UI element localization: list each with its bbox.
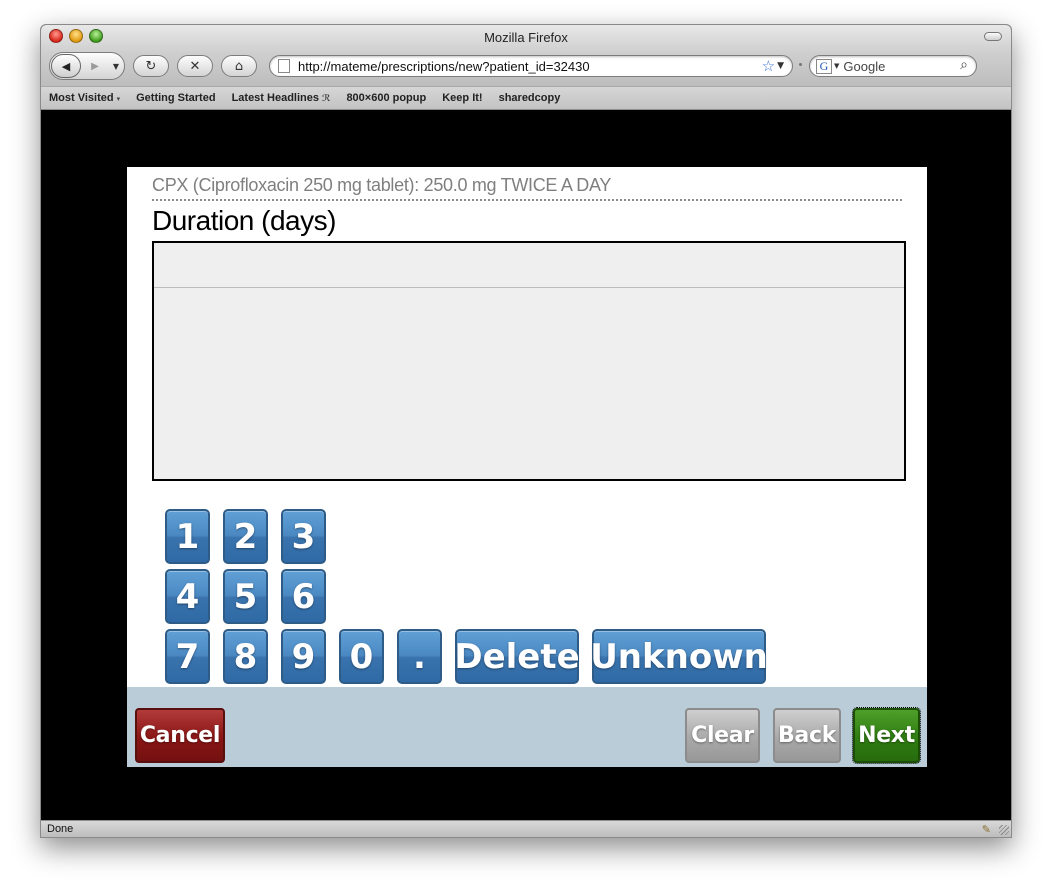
key-decimal[interactable]: . <box>397 629 442 684</box>
page-icon <box>278 59 290 73</box>
bookmarks-toolbar: Most Visited ▾ Getting Started Latest Hea… <box>41 86 1011 110</box>
bookmark-sharedcopy[interactable]: sharedcopy <box>499 92 561 104</box>
key-2[interactable]: 2 <box>223 509 268 564</box>
key-9[interactable]: 9 <box>281 629 326 684</box>
bookmark-latest-headlines[interactable]: Latest Headlines ℛ <box>232 92 331 104</box>
url-text[interactable]: http://mateme/prescriptions/new?patient_… <box>298 59 762 74</box>
question-label: Duration (days) <box>152 205 336 236</box>
search-bar[interactable]: G ▼ ⌕ <box>809 55 977 77</box>
status-bar: Done ✎ <box>41 820 1011 837</box>
back-forward-group: ◀ ▶ ▼ <box>49 52 125 80</box>
prescription-summary: CPX (Ciprofloxacin 250 mg tablet): 250.0… <box>152 175 902 201</box>
prescription-form-panel: CPX (Ciprofloxacin 250 mg tablet): 250.0… <box>127 167 927 767</box>
duration-input[interactable] <box>154 243 904 288</box>
reload-icon[interactable]: ↻ <box>133 55 169 77</box>
key-1[interactable]: 1 <box>165 509 210 564</box>
engine-dropdown-icon[interactable]: ▼ <box>834 62 839 70</box>
stop-icon[interactable]: ✕ <box>177 55 213 77</box>
home-icon[interactable]: ⌂ <box>221 55 257 77</box>
search-separator <box>799 63 802 66</box>
url-bar[interactable]: http://mateme/prescriptions/new?patient_… <box>269 55 793 77</box>
back-arrow-icon[interactable]: ◀ <box>51 54 81 78</box>
google-engine-icon[interactable]: G <box>816 58 832 74</box>
bookmark-most-visited[interactable]: Most Visited ▾ <box>49 92 120 104</box>
key-3[interactable]: 3 <box>281 509 326 564</box>
chevron-down-icon: ▾ <box>116 95 121 103</box>
delete-key[interactable]: Delete <box>454 629 580 684</box>
key-0[interactable]: 0 <box>339 629 384 684</box>
bookmark-star-icon[interactable]: ☆ <box>762 57 775 75</box>
rss-feed-icon: ℛ <box>321 94 331 104</box>
history-dropdown-icon[interactable]: ▼ <box>110 57 122 75</box>
url-dropdown-icon[interactable]: ▼ <box>777 61 784 71</box>
addon-icon[interactable]: ✎ <box>982 822 991 837</box>
search-icon[interactable]: ⌕ <box>960 57 968 73</box>
key-5[interactable]: 5 <box>223 569 268 624</box>
next-button[interactable]: Next <box>852 707 921 764</box>
status-text: Done <box>47 823 74 835</box>
navigation-footer: Cancel Clear Back Next <box>127 687 927 767</box>
back-button[interactable]: Back <box>773 708 841 763</box>
resize-grip[interactable] <box>999 825 1009 835</box>
bookmark-getting-started[interactable]: Getting Started <box>136 92 215 104</box>
page-viewport: CPX (Ciprofloxacin 250 mg tablet): 250.0… <box>41 111 1011 821</box>
clear-button[interactable]: Clear <box>685 708 760 763</box>
window-title: Mozilla Firefox <box>484 30 568 45</box>
answer-box <box>152 241 906 481</box>
cancel-button[interactable]: Cancel <box>135 708 225 763</box>
key-4[interactable]: 4 <box>165 569 210 624</box>
bookmark-popup[interactable]: 800×600 popup <box>346 92 426 104</box>
unknown-key[interactable]: Unknown <box>590 629 768 684</box>
key-7[interactable]: 7 <box>165 629 210 684</box>
forward-arrow-icon[interactable]: ▶ <box>86 57 104 75</box>
bookmark-keep-it[interactable]: Keep It! <box>442 92 482 104</box>
title-bar: Mozilla Firefox ◀ ▶ ▼ ↻ ✕ ⌂ http://matem… <box>41 25 1011 86</box>
toolbar-toggle-button[interactable] <box>984 32 1002 41</box>
key-6[interactable]: 6 <box>281 569 326 624</box>
key-8[interactable]: 8 <box>223 629 268 684</box>
browser-window: Mozilla Firefox ◀ ▶ ▼ ↻ ✕ ⌂ http://matem… <box>40 24 1012 838</box>
search-input[interactable] <box>843 58 944 74</box>
